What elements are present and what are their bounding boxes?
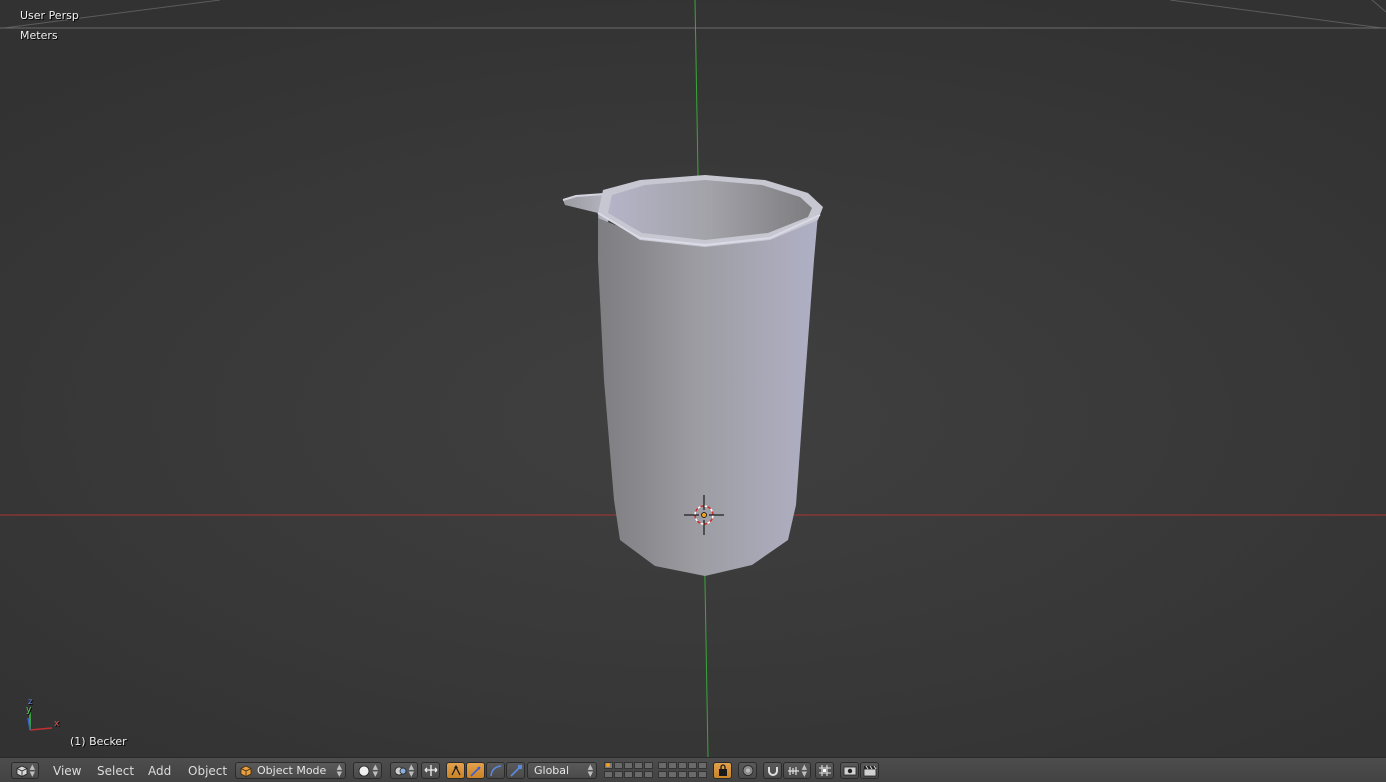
layer-button[interactable]: [678, 771, 687, 778]
object-origin: [701, 512, 707, 518]
layer-button[interactable]: [668, 771, 677, 778]
render-animation-button[interactable]: [860, 762, 879, 779]
menu-select[interactable]: Select: [97, 763, 134, 779]
scale-arrow-button[interactable]: [506, 762, 525, 779]
layer-button[interactable]: [624, 771, 633, 778]
lock-scene-layers-button[interactable]: [713, 762, 732, 779]
layer-button[interactable]: [614, 771, 623, 778]
transform-orientation-label: Global: [534, 764, 570, 777]
layer-buttons-group-2[interactable]: [658, 762, 708, 779]
layer-button[interactable]: [658, 771, 667, 778]
layer-button[interactable]: [698, 762, 707, 769]
scale-arrow-icon: [510, 765, 522, 777]
translate-manipulator-button[interactable]: [446, 762, 465, 779]
layer-button[interactable]: [634, 762, 643, 769]
layer-button[interactable]: [604, 771, 613, 778]
snap-target-icon: [819, 765, 831, 776]
layer-button[interactable]: [688, 771, 697, 778]
menu-add[interactable]: Add: [148, 763, 171, 779]
view-name-label: User Persp: [20, 9, 79, 22]
proportional-circle-icon: [742, 765, 754, 776]
layer-button[interactable]: [668, 762, 677, 769]
updown-arrows-icon: ▲ ▼: [29, 763, 35, 778]
units-label: Meters: [20, 29, 58, 42]
solid-sphere-icon: [358, 765, 370, 781]
snap-target-button[interactable]: [815, 762, 834, 779]
manipulator-toggle-button[interactable]: [421, 762, 440, 779]
updown-arrows-icon: ▲ ▼: [587, 763, 593, 778]
scale-curve-icon: [490, 765, 502, 777]
layer-buttons-group-1[interactable]: [604, 762, 654, 779]
gizmo-x-label: x: [54, 719, 60, 729]
gizmo-y-label: y: [26, 705, 32, 715]
proportional-editing-button[interactable]: [738, 762, 757, 779]
magnet-icon: [768, 767, 778, 776]
snap-element-dropdown[interactable]: ▲ ▼: [783, 762, 811, 779]
3d-viewport[interactable]: User Persp Meters x y z (1) Becker: [0, 0, 1386, 757]
gizmo-z-label: z: [28, 697, 33, 706]
active-layer-dot-icon: [606, 763, 610, 767]
3d-viewport-icon: [16, 765, 28, 781]
layer-button[interactable]: [678, 762, 687, 769]
editor-type-button[interactable]: ▲ ▼: [11, 762, 39, 779]
pivot-point-dropdown[interactable]: ▲ ▼: [390, 762, 418, 779]
layer-button[interactable]: [644, 771, 653, 778]
rotate-manipulator-button[interactable]: [466, 762, 485, 779]
layer-button[interactable]: [688, 762, 697, 769]
viewport-shading-dropdown[interactable]: ▲ ▼: [353, 762, 382, 779]
render-still-button[interactable]: [840, 762, 859, 779]
object-info-label: (1) Becker: [70, 735, 127, 748]
camera-icon: [843, 766, 857, 776]
updown-arrows-icon: ▲ ▼: [336, 763, 342, 778]
layer-button[interactable]: [624, 762, 633, 769]
viewport-canvas[interactable]: [0, 0, 1386, 757]
manipulator-icon: [424, 765, 438, 776]
viewport-header: ▲ ▼ View Select Add Object Object Mode ▲ ▼…: [0, 757, 1386, 782]
scale-manipulator-button[interactable]: [486, 762, 505, 779]
snap-toggle-button[interactable]: [763, 762, 782, 779]
layer-button[interactable]: [614, 762, 623, 769]
grid-line: [1371, 0, 1386, 13]
rotate-arc-icon: [470, 766, 481, 777]
object-mode-cube-icon: [240, 765, 252, 781]
layer-button[interactable]: [658, 762, 667, 769]
updown-arrows-icon: ▲ ▼: [408, 763, 414, 778]
clapperboard-icon: [863, 765, 877, 777]
pivot-point-icon: [394, 765, 407, 781]
grid-line: [1169, 0, 1383, 29]
beaker-mesh[interactable]: [562, 175, 823, 576]
snap-increment-icon: [787, 765, 800, 781]
menu-view[interactable]: View: [53, 763, 81, 779]
translate-arrow-icon: [451, 765, 461, 776]
updown-arrows-icon: ▲ ▼: [801, 763, 807, 778]
updown-arrows-icon: ▲ ▼: [372, 763, 378, 778]
transform-orientation-dropdown[interactable]: Global ▲ ▼: [527, 762, 597, 779]
layer-button[interactable]: [698, 771, 707, 778]
layer-button[interactable]: [634, 771, 643, 778]
menu-object[interactable]: Object: [188, 763, 227, 779]
axis-gizmo: [27, 712, 53, 731]
lock-icon: [719, 764, 727, 776]
mode-dropdown[interactable]: Object Mode ▲ ▼: [235, 762, 346, 779]
layer-button[interactable]: [644, 762, 653, 769]
beaker-body: [598, 214, 818, 576]
mode-label: Object Mode: [257, 764, 327, 777]
